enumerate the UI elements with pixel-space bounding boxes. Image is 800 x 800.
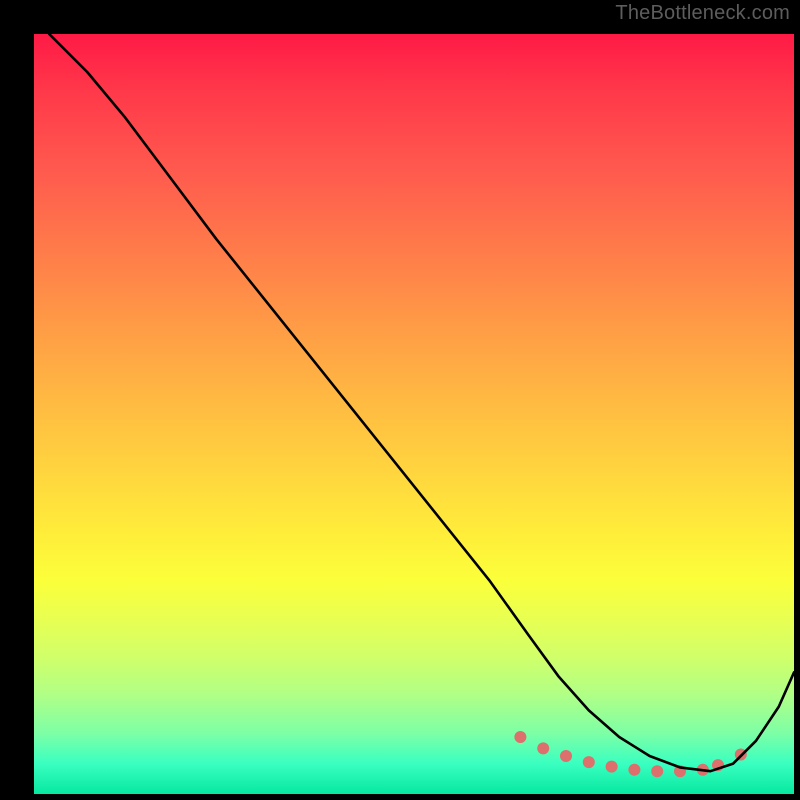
marker-dot [628, 764, 640, 776]
bottleneck-curve [49, 34, 794, 771]
marker-dot [514, 731, 526, 743]
marker-dot [606, 761, 618, 773]
marker-dot [560, 750, 572, 762]
watermark-text: TheBottleneck.com [615, 2, 790, 25]
plot-area [34, 34, 794, 794]
marker-dot [651, 765, 663, 777]
chart-frame [14, 14, 786, 786]
chart-svg [34, 34, 794, 794]
marker-dot [583, 756, 595, 768]
marker-dot [537, 742, 549, 754]
